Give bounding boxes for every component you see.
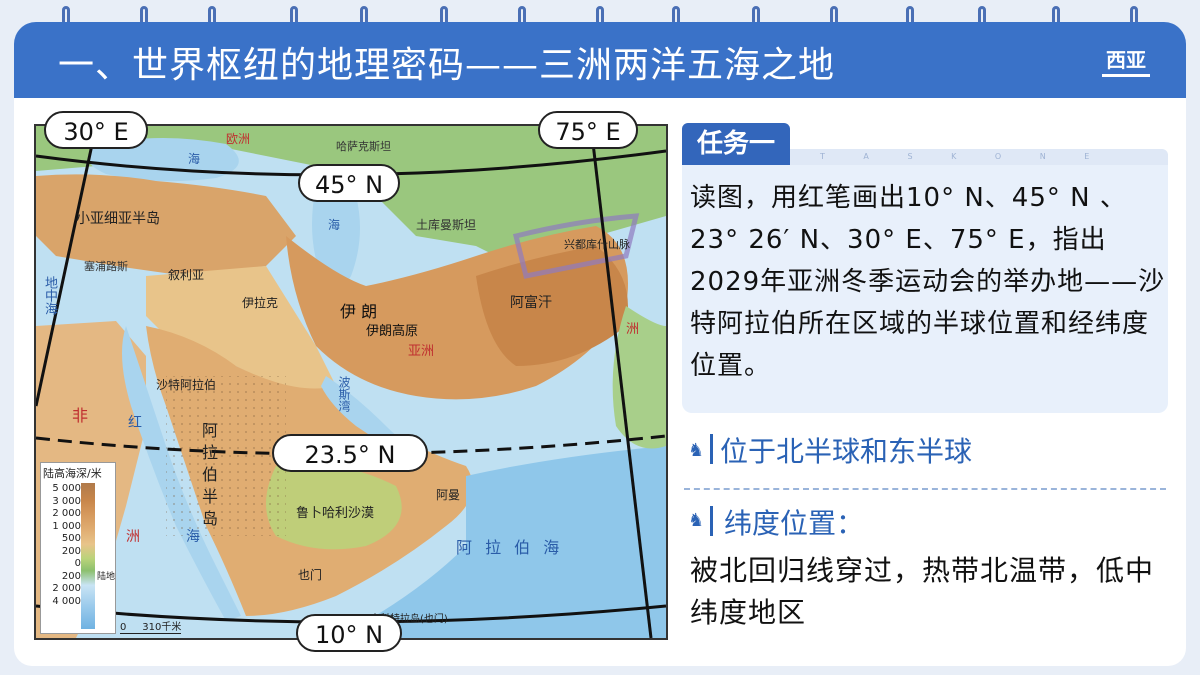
label-lat-10n: 10° N	[296, 614, 402, 652]
legend-level: 0	[74, 558, 81, 569]
map-label-yemen: 也门	[298, 568, 323, 582]
task-subheading: T A S K O N E	[790, 149, 1168, 165]
legend-level: 4 000	[52, 595, 81, 607]
task-heading: 任务一	[682, 123, 790, 165]
answer-hemisphere: 位于北半球和东半球	[720, 435, 973, 468]
map-label-iraq: 伊拉克	[242, 296, 279, 310]
map-label-arabian-sea: 阿 拉 伯 海	[456, 538, 564, 557]
answer-latitude-heading: 纬度位置：	[724, 507, 865, 540]
camel-icon: ♞	[688, 510, 705, 531]
map-label-hindu-kush: 兴都库什山脉	[564, 238, 630, 251]
map-label-kazakhstan: 哈萨克斯坦	[336, 140, 391, 153]
label-lon-75e: 75° E	[538, 111, 638, 149]
map-label-red-sea: 红	[128, 415, 142, 431]
map-scale: 0 310千米	[120, 618, 182, 634]
map-label-iran-plateau: 伊朗高原	[366, 324, 419, 339]
legend-level: 2 000	[52, 508, 81, 519]
map-label-anatolia: 小亚细亚半岛	[76, 211, 160, 227]
label-lon-30e: 30° E	[44, 111, 148, 149]
slide: 一、世界枢纽的地理密码——三洲两洋五海之地 西亚 欧洲 海 哈萨克斯坦 海 土库…	[0, 0, 1200, 675]
legend-level: 5 000	[52, 483, 81, 494]
legend-swatches	[81, 483, 95, 629]
camel-icon: ♞	[688, 440, 705, 461]
legend-level: 1 000	[52, 520, 81, 532]
task-box: 读图，用红笔画出10° N、45° N 、23° 26′ N、30° E、75°…	[682, 165, 1168, 413]
map-label-arabian-peninsula: 阿拉伯半岛	[199, 422, 218, 532]
map-label-europe: 欧洲	[226, 132, 251, 146]
task-description: 读图，用红笔画出10° N、45° N 、23° 26′ N、30° E、75°…	[690, 183, 1166, 381]
legend-level: 500	[61, 533, 81, 544]
answer-latitude-text: 被北回归线穿过，热带北温带，低中纬度地区	[690, 554, 1155, 629]
map-label-caspian: 海	[328, 218, 341, 232]
map-label-turkmenistan: 土库曼斯坦	[416, 218, 477, 232]
label-lat-45n: 45° N	[298, 164, 400, 202]
map-label-mediterranean: 地中海	[42, 276, 57, 315]
legend-title: 陆高海深/米	[43, 467, 102, 480]
map-label-africa-2: 洲	[126, 529, 140, 545]
map-label-syria: 叙利亚	[168, 268, 205, 282]
map-label-saudi: 沙特阿拉伯	[156, 378, 217, 392]
map-label-oman: 阿曼	[436, 488, 461, 502]
map-label-rub-al-khali: 鲁卜哈利沙漠	[296, 506, 375, 521]
accent-bar	[710, 434, 713, 464]
legend-level: 200	[61, 570, 81, 582]
page-title: 一、世界枢纽的地理密码——三洲两洋五海之地	[58, 45, 836, 86]
map-label-cyprus: 塞浦路斯	[84, 260, 128, 273]
map-label-black-sea: 海	[188, 152, 201, 166]
accent-bar	[710, 506, 713, 536]
map-label-africa: 非	[72, 406, 89, 425]
legend-level: 3 000	[52, 495, 81, 507]
map-label-asia-right: 洲	[626, 322, 640, 337]
map-label-iran: 伊 朗	[340, 302, 378, 321]
legend-level: 200	[61, 545, 81, 557]
divider	[684, 488, 1166, 490]
legend-levels: 5 000 3 000 2 000 1 000 500 200 0 200 2 …	[43, 483, 81, 608]
map-legend: 陆高海深/米 5 000 3 000 2 000 1 000 500 200 0…	[40, 462, 116, 634]
label-lat-23-5n: 23.5° N	[272, 434, 428, 472]
map-label-afghanistan: 阿富汗	[510, 295, 552, 311]
legend-land-label: 陆地	[97, 572, 116, 582]
legend-level: 2 000	[52, 583, 81, 594]
title-bar: 一、世界枢纽的地理密码——三洲两洋五海之地 西亚	[14, 22, 1186, 98]
desert-dots	[166, 376, 286, 536]
map-label-asia: 亚洲	[408, 344, 435, 359]
map-label-persian-gulf: 波斯湾	[337, 376, 351, 412]
brand-logo: 西亚	[1102, 48, 1150, 77]
